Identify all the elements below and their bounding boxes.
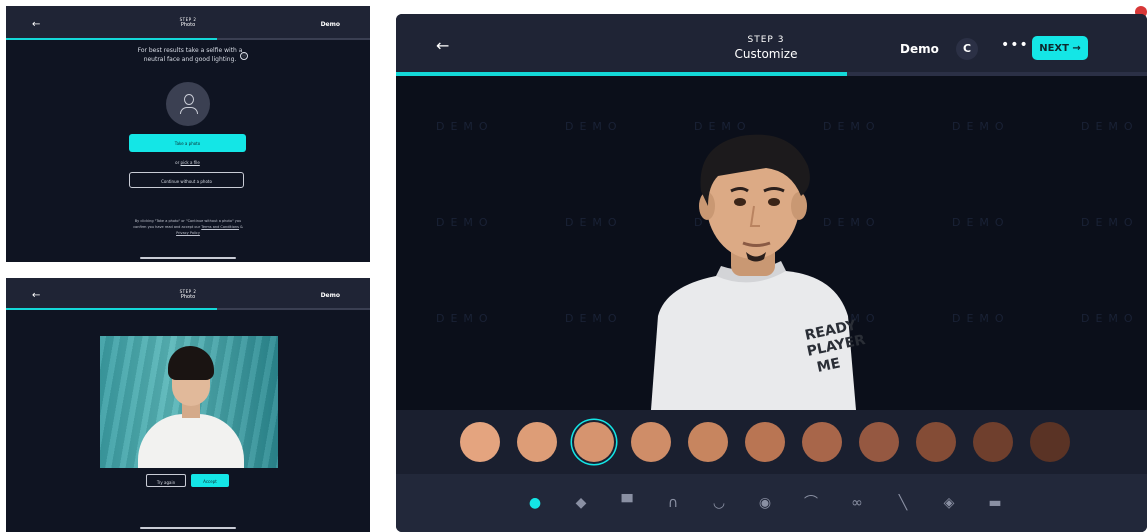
home-indicator xyxy=(140,257,236,259)
skin-tone-swatch[interactable] xyxy=(631,422,671,462)
legal-and: & xyxy=(240,225,243,229)
skin-tone-swatch[interactable] xyxy=(517,422,557,462)
photo-review-panel: ← STEP 2 Photo Demo Try again Accept xyxy=(6,278,370,532)
photo-content: For best results take a selfie with a ne… xyxy=(6,40,370,262)
home-indicator xyxy=(140,527,236,529)
more-options-icon[interactable]: ••• xyxy=(1001,37,1029,53)
eye-icon[interactable]: ◉ xyxy=(754,492,776,514)
nose-icon[interactable]: ╲ xyxy=(892,492,914,514)
step-title: Photo xyxy=(180,294,196,300)
step-indicator: STEP 2 Photo xyxy=(180,17,197,28)
next-button[interactable]: NEXT → xyxy=(1032,36,1088,60)
glasses-icon[interactable]: ∞ xyxy=(846,492,868,514)
skin-tone-swatch[interactable] xyxy=(916,422,956,462)
header-bar: ← STEP 2 Photo Demo xyxy=(6,6,370,38)
legal-text-block: By clicking "Take a photo" or "Continue … xyxy=(132,218,244,236)
category-toolbar: ● ◆ ▀ ∩ ◡ ◉ ⌒ ∞ ╲ ◈ ▬ xyxy=(396,474,1147,532)
avatar-3d-model: READY PLAYER ME xyxy=(651,134,867,410)
avatar-shoulder-icon xyxy=(180,107,198,114)
avatar-placeholder xyxy=(166,82,210,126)
skin-tone-swatch[interactable] xyxy=(745,422,785,462)
skin-tone-swatch[interactable] xyxy=(802,422,842,462)
skin-tone-swatch[interactable] xyxy=(859,422,899,462)
step-title: Customize xyxy=(734,47,798,61)
skin-tone-swatch[interactable] xyxy=(574,422,614,462)
demo-label: Demo xyxy=(900,42,939,56)
customize-screen: ← STEP 3 Customize Demo C ••• NEXT → DEM… xyxy=(396,14,1147,532)
info-icon[interactable]: ⓘ xyxy=(240,52,248,60)
skin-tone-swatch[interactable] xyxy=(460,422,500,462)
step-indicator: STEP 2 Photo xyxy=(180,289,197,300)
shapes-icon[interactable]: ◆ xyxy=(570,492,592,514)
skin-tone-swatch[interactable] xyxy=(688,422,728,462)
avatar-stage[interactable]: DEMO DEMO DEMO DEMO DEMO DEMO DEMO DEMO DEMO DEMO… xyxy=(396,76,1147,410)
skin-tone-swatch[interactable] xyxy=(973,422,1013,462)
try-again-button[interactable]: Try again xyxy=(146,474,186,487)
continue-without-photo-button[interactable]: Continue without a photo xyxy=(129,172,244,188)
hat-icon[interactable]: ▬ xyxy=(984,492,1006,514)
accept-button[interactable]: Accept xyxy=(191,474,229,487)
demo-label: Demo xyxy=(320,21,340,28)
customize-panel: ← STEP 3 Customize Demo C ••• NEXT → DEM… xyxy=(386,6,1147,532)
pick-file-link[interactable]: pick a file xyxy=(181,160,200,165)
header-bar: ← STEP 2 Photo Demo xyxy=(6,278,370,308)
c-icon[interactable]: C xyxy=(956,38,978,60)
privacy-link[interactable]: Privacy Policy xyxy=(176,231,200,235)
demo-label: Demo xyxy=(320,292,340,299)
back-arrow-icon[interactable]: ← xyxy=(32,291,40,301)
shirt-icon[interactable]: ▀ xyxy=(616,492,638,514)
photo-hair xyxy=(168,346,214,380)
back-arrow-icon[interactable]: ← xyxy=(436,38,449,54)
pick-file-line: or pick a file xyxy=(129,160,246,165)
avatar-right-ear xyxy=(791,192,807,220)
step-title: Photo xyxy=(180,22,196,28)
skin-tone-palette xyxy=(396,410,1147,474)
photo-step-panel: ← STEP 2 Photo Demo For best results tak… xyxy=(6,6,370,262)
step-indicator: STEP 3 Customize xyxy=(735,35,798,61)
step-label: STEP 3 xyxy=(747,35,785,45)
photo-review-content: Try again Accept xyxy=(6,310,370,532)
skin-icon[interactable]: ● xyxy=(524,492,546,514)
photo-instructions: For best results take a selfie with a ne… xyxy=(137,47,243,63)
header-bar: ← STEP 3 Customize Demo C ••• NEXT → xyxy=(396,14,1147,72)
selfie-photo xyxy=(100,336,278,468)
hair-icon[interactable]: ∩ xyxy=(662,492,684,514)
avatar-left-eye xyxy=(734,198,746,206)
pick-prefix: or xyxy=(175,160,180,165)
beard-icon[interactable]: ◡ xyxy=(708,492,730,514)
mask-icon[interactable]: ◈ xyxy=(938,492,960,514)
skin-tone-swatch[interactable] xyxy=(1030,422,1070,462)
eyebrow-icon[interactable]: ⌒ xyxy=(800,492,822,514)
back-arrow-icon[interactable]: ← xyxy=(32,20,40,30)
take-photo-button[interactable]: Take a photo xyxy=(129,134,246,152)
photo-shirt xyxy=(138,414,244,468)
avatar-head-icon xyxy=(184,94,194,105)
terms-link[interactable]: Terms and Conditions xyxy=(201,225,239,229)
avatar-right-eye xyxy=(768,198,780,206)
